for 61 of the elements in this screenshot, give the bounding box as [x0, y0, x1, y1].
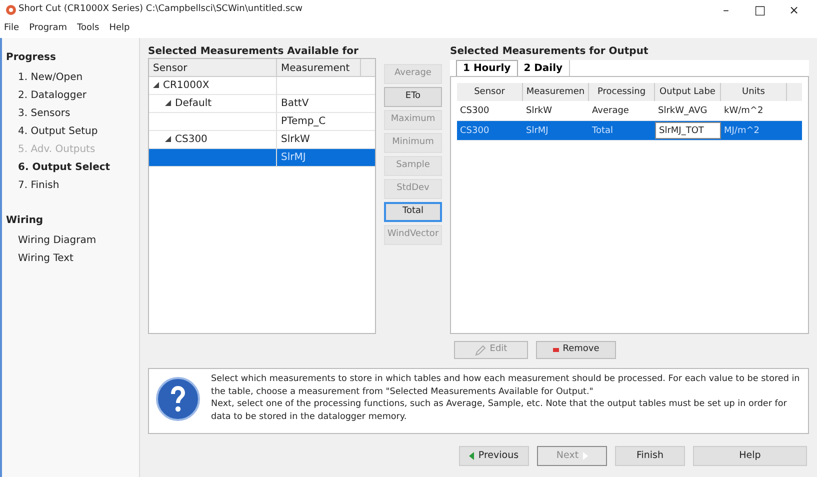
sidebar-item[interactable]: 1. New/Open [6, 69, 139, 87]
table-cell-text: SlrkW [525, 105, 554, 118]
right-arrow-icon [582, 452, 588, 460]
expand-arrow-icon[interactable] [165, 136, 171, 142]
help-text: Select which measurements to store in which tables and how each measurement should be processed. For each value to be stored in the table, choose a measurement from "Selected Measurements Available for Output." Next, select one of the processing functions, such as Average, Sample, etc. Note that the output tables must be set up in order for data to be stored in the datalogger memory. [211, 373, 801, 423]
column-header: Units [721, 83, 787, 101]
section-heading: Progress [6, 51, 57, 65]
window-title: Short Cut (CR1000X Series) C:\Campbellsci\SCWin\untitled.scw [18, 3, 302, 16]
sidebar-item[interactable]: 3. Sensors [6, 105, 139, 123]
table-cell-text: Total [591, 125, 614, 138]
minimize-button[interactable]: – [709, 1, 743, 19]
table-cell-text: SlrMJ [525, 125, 550, 138]
sidebar-item[interactable]: 4. Output Setup [6, 123, 139, 141]
table-cell-text: Average [591, 105, 630, 118]
remove-button[interactable]: Remove [536, 341, 616, 359]
menu-item[interactable]: File [4, 22, 20, 36]
remove-icon [552, 348, 559, 352]
panel-title: Selected Measurements for Output [450, 46, 650, 58]
sidebar-item[interactable]: Wiring Text [6, 250, 139, 268]
tree-node[interactable]: CS300 [175, 134, 208, 145]
pencil-icon [474, 344, 486, 356]
column-header: Processing [589, 83, 655, 101]
panel-title: Selected Measurements Available for [148, 46, 360, 58]
column-header: Measuremen [523, 83, 589, 101]
close-button[interactable]: × [777, 1, 811, 19]
processing-button[interactable]: ETo [384, 87, 442, 107]
measurement-item[interactable]: SlrkW [281, 134, 310, 145]
table-tab[interactable]: 1 Hourly [456, 60, 518, 76]
sidebar-item[interactable]: 6. Output Select [6, 159, 139, 177]
table-cell-text: kW/m^2 [723, 105, 764, 118]
previous-button[interactable]: Previous [459, 446, 529, 466]
plain-button[interactable]: Help [693, 446, 807, 466]
label-field[interactable]: SlrMJ_TOT [655, 122, 721, 139]
sidebar-item[interactable]: 2. Datalogger [6, 87, 139, 105]
column-header: Output Labe [655, 83, 721, 101]
maximize-button[interactable]: □ [743, 1, 777, 19]
menu-item[interactable]: Tools [77, 22, 100, 36]
section-heading: Wiring [6, 214, 44, 228]
question-icon [155, 376, 201, 422]
measurement-item[interactable]: BattV [281, 98, 309, 109]
column-header: Sensor [457, 83, 523, 101]
column-header: Measurement [277, 59, 361, 76]
measurement-item[interactable]: SlrMJ [281, 152, 306, 163]
menu-item[interactable]: Help [109, 22, 130, 36]
processing-button[interactable]: Total [384, 202, 442, 222]
app-logo-icon [6, 5, 16, 15]
column-header: Sensor [149, 59, 277, 76]
sidebar-item[interactable]: Wiring Diagram [6, 232, 139, 250]
left-arrow-icon [469, 452, 474, 460]
table-cell-text: CS300 [459, 105, 490, 118]
expand-arrow-icon[interactable] [165, 100, 171, 106]
tree-node[interactable]: Default [175, 98, 212, 109]
sidebar-item[interactable]: 7. Finish [6, 177, 139, 195]
table-cell-text: MJ/m^2 [723, 125, 760, 138]
expand-arrow-icon[interactable] [153, 82, 159, 88]
measurement-item[interactable]: PTemp_C [281, 116, 326, 127]
menu-item[interactable]: Program [29, 22, 68, 36]
plain-button[interactable]: Finish [615, 446, 685, 466]
table-cell-text: SlrkW_AVG [657, 105, 708, 118]
table-cell-text: CS300 [459, 125, 490, 138]
tree-node[interactable]: CR1000X [163, 80, 210, 91]
